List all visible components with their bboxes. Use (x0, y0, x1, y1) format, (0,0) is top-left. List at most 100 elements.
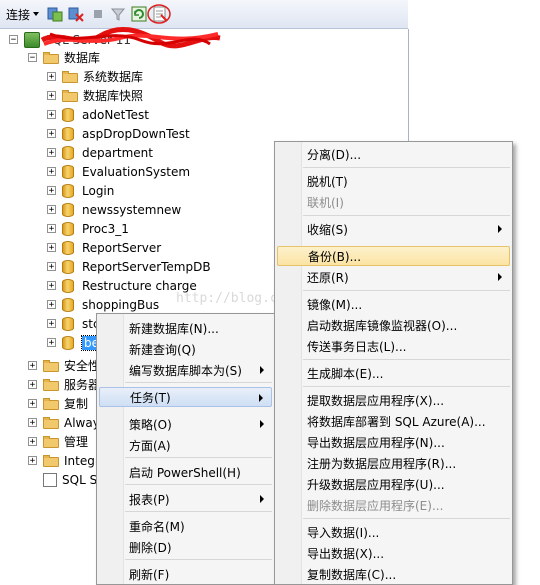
context-menu-item[interactable]: 编写数据库脚本为(S) (99, 360, 272, 380)
folder-icon (43, 378, 59, 391)
connect-button[interactable]: 连接 (6, 6, 40, 22)
collapse-icon[interactable]: − (9, 35, 18, 45)
expand-icon[interactable]: + (28, 380, 37, 390)
tasks-menu-item[interactable]: 收缩(S) (277, 219, 510, 239)
expand-icon[interactable]: + (47, 300, 56, 310)
expand-icon[interactable]: + (28, 418, 37, 428)
context-menu-item[interactable]: 任务(T) (99, 387, 272, 407)
tasks-menu-item[interactable]: 分离(D)... (277, 144, 510, 164)
expand-icon[interactable]: + (47, 262, 56, 272)
expand-icon[interactable]: + (47, 91, 56, 101)
server-folder-node[interactable]: + 复制 (28, 394, 88, 413)
tasks-menu-item[interactable]: 将数据库部署到 SQL Azure(A)... (277, 411, 510, 431)
context-menu-item[interactable]: 重命名(M) (99, 516, 272, 536)
database-icon (62, 107, 74, 122)
folder-node[interactable]: + 数据库快照 (47, 86, 143, 105)
server-folder-node[interactable]: + 服务器 (28, 375, 100, 394)
tasks-menu-item[interactable]: 导入数据(I)... (277, 522, 510, 542)
databases-node[interactable]: − 数据库 (28, 48, 100, 67)
database-node[interactable]: + aspDropDownTest (47, 124, 190, 143)
context-menu-item[interactable]: 新建数据库(N)... (99, 318, 272, 338)
refresh-icon[interactable] (131, 6, 147, 22)
expand-icon[interactable]: + (47, 148, 56, 158)
context-menu-item[interactable]: 刷新(F) (99, 564, 272, 584)
disconnect-icon[interactable] (68, 6, 84, 22)
database-node[interactable]: + adoNetTest (47, 105, 149, 124)
server-folder-node[interactable]: + 安全性 (28, 356, 100, 375)
folder-icon (43, 359, 59, 372)
context-menu-item[interactable]: 新建查询(Q) (99, 339, 272, 359)
tasks-menu-item[interactable]: 镜像(M)... (277, 294, 510, 314)
server-folder-node[interactable]: + Always (28, 413, 106, 432)
database-icon (62, 183, 74, 198)
expand-icon[interactable]: + (47, 167, 56, 177)
context-menu-item[interactable]: 报表(P) (99, 489, 272, 509)
menu-item-label: 分离(D)... (307, 147, 362, 162)
server-folder-node[interactable]: SQL S (28, 470, 97, 489)
context-menu-item[interactable]: 策略(O) (99, 414, 272, 434)
expand-icon[interactable]: + (47, 243, 56, 253)
database-node[interactable]: + newssystemnew (47, 200, 181, 219)
menu-item-label: 报表(P) (129, 492, 170, 507)
context-menu-item[interactable]: 启动 PowerShell(H) (99, 462, 272, 482)
expand-icon[interactable]: + (47, 319, 56, 329)
databases-label: 数据库 (64, 51, 101, 65)
database-node[interactable]: + EvaluationSystem (47, 162, 190, 181)
tasks-menu-item[interactable]: 复制数据库(C)... (277, 564, 510, 584)
database-icon (62, 335, 74, 350)
tasks-menu-item[interactable]: 还原(R) (277, 267, 510, 287)
database-node[interactable]: + department (47, 143, 153, 162)
expand-icon[interactable]: + (47, 205, 56, 215)
database-node[interactable]: + stc (47, 314, 100, 333)
expand-icon[interactable]: + (47, 186, 56, 196)
expand-icon[interactable]: + (28, 361, 37, 371)
database-icon (62, 126, 74, 141)
tasks-menu-item[interactable]: 导出数据层应用程序(N)... (277, 432, 510, 452)
menu-separator (125, 457, 272, 458)
stop-icon[interactable] (90, 6, 106, 22)
expand-icon[interactable]: + (47, 72, 56, 82)
database-icon (62, 259, 74, 274)
expand-icon[interactable]: + (28, 456, 37, 466)
server-folder-label: 服务器 (64, 378, 101, 392)
filter-icon[interactable] (110, 6, 126, 22)
tasks-menu-item[interactable]: 脱机(T) (277, 171, 510, 191)
expand-icon[interactable]: + (28, 399, 37, 409)
database-node[interactable]: + ReportServerTempDB (47, 257, 211, 276)
tasks-menu-item[interactable]: 备份(B)... (277, 246, 510, 266)
tasks-menu-item[interactable]: 升级数据层应用程序(U)... (277, 474, 510, 494)
menu-item-label: 删除数据层应用程序(E)... (307, 498, 444, 513)
collapse-icon[interactable]: − (28, 53, 37, 63)
database-icon (62, 297, 74, 312)
server-folder-node[interactable]: + Integr (28, 451, 100, 470)
context-menu-item[interactable]: 删除(D) (99, 537, 272, 557)
tasks-menu-item[interactable]: 注册为数据层应用程序(R)... (277, 453, 510, 473)
expand-icon[interactable]: + (47, 129, 56, 139)
tasks-menu-item[interactable]: 启动数据库镜像监视器(O)... (277, 315, 510, 335)
server-icon (24, 31, 40, 48)
server-folder-node[interactable]: + 管理 (28, 432, 88, 451)
database-node[interactable]: + Restructure charge (47, 276, 197, 295)
tasks-submenu: 分离(D)... 脱机(T) 联机(I) 收缩(S) 备份(B)... 还原(R) 镜像(M… (274, 141, 513, 585)
database-node[interactable]: + Proc3_1 (47, 219, 129, 238)
database-icon (62, 316, 74, 331)
context-menu-item[interactable]: 方面(A) (99, 435, 272, 455)
tasks-menu-item[interactable]: 提取数据层应用程序(X)... (277, 390, 510, 410)
expand-icon[interactable]: + (47, 338, 56, 348)
expand-icon[interactable]: + (47, 110, 56, 120)
connect-icon[interactable] (47, 6, 63, 22)
tasks-menu-item[interactable]: 传送事务日志(L)... (277, 336, 510, 356)
database-node[interactable]: + Login (47, 181, 114, 200)
expand-icon[interactable]: + (47, 224, 56, 234)
tasks-menu-item[interactable]: 生成脚本(E)... (277, 363, 510, 383)
tasks-menu-item[interactable]: 导出数据(X)... (277, 543, 510, 563)
expand-icon[interactable]: + (28, 437, 37, 447)
database-label: EvaluationSystem (82, 164, 191, 179)
folder-node[interactable]: + 系统数据库 (47, 67, 143, 86)
database-label: shoppingBus (82, 297, 160, 312)
database-node[interactable]: + be (47, 333, 102, 352)
database-icon (62, 145, 74, 160)
database-node[interactable]: + ReportServer (47, 238, 161, 257)
expand-icon[interactable]: + (47, 281, 56, 291)
database-node[interactable]: + shoppingBus (47, 295, 159, 314)
